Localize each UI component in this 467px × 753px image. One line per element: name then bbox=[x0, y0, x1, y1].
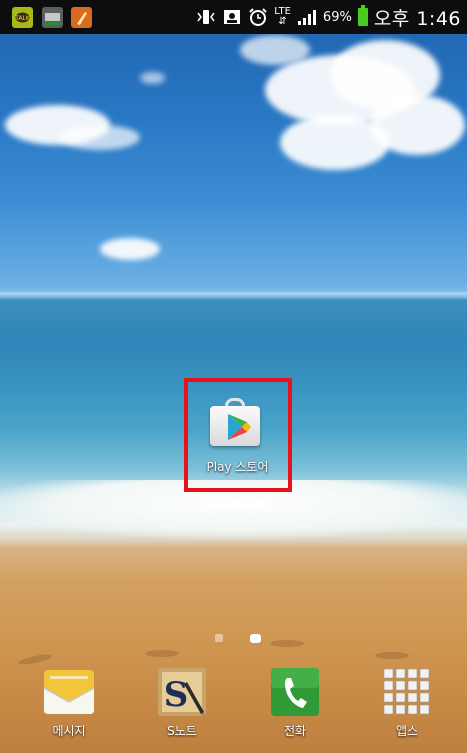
play-store-label[interactable]: Play 스토어 bbox=[190, 458, 285, 475]
dock-phone-label: 전화 bbox=[283, 724, 307, 738]
sweep-icon bbox=[71, 7, 92, 28]
cloud bbox=[140, 72, 165, 84]
gallery-icon bbox=[42, 7, 63, 28]
footprint bbox=[375, 652, 409, 659]
lte-icon: LTE ⇵ bbox=[274, 6, 291, 27]
kakaotalk-icon: TALK bbox=[12, 7, 33, 28]
horizon bbox=[0, 292, 467, 295]
dock-apps-label: 앱스 bbox=[395, 724, 419, 738]
svg-text:TALK: TALK bbox=[14, 15, 31, 22]
cloud bbox=[100, 238, 160, 260]
dock-message[interactable]: 메시지 bbox=[34, 664, 104, 739]
footprint bbox=[270, 640, 304, 647]
svg-text:S: S bbox=[164, 675, 189, 715]
dock-phone[interactable]: 전화 bbox=[260, 664, 330, 739]
home-screen: TALK LTE ⇵ 69% 오후 1:46 Play 스토어 메시지 S S노… bbox=[0, 0, 467, 753]
cloud bbox=[240, 35, 310, 65]
page-indicator-2 bbox=[250, 634, 261, 643]
battery-percent: 69% bbox=[322, 9, 352, 25]
status-bar-system: LTE ⇵ 69% 오후 1:46 bbox=[196, 0, 461, 34]
cloud bbox=[280, 115, 390, 170]
dock-s-note[interactable]: S S노트 bbox=[147, 664, 217, 739]
s-note-icon: S bbox=[154, 664, 210, 720]
vibrate-icon bbox=[197, 10, 215, 24]
footprint bbox=[145, 650, 179, 657]
battery-icon bbox=[357, 5, 368, 26]
clock: 오후 1:46 bbox=[373, 7, 461, 30]
play-store-icon[interactable] bbox=[205, 398, 265, 448]
cloud bbox=[60, 125, 140, 150]
apps-grid-icon bbox=[379, 664, 435, 720]
dock-s-note-label: S노트 bbox=[167, 724, 197, 738]
dock-apps[interactable]: 앱스 bbox=[372, 664, 442, 739]
page-indicator-1 bbox=[215, 634, 223, 642]
phone-icon bbox=[267, 664, 323, 720]
alarm-icon bbox=[249, 8, 268, 26]
signal-icon bbox=[297, 10, 316, 25]
status-bar[interactable]: TALK LTE ⇵ 69% 오후 1:46 bbox=[0, 0, 467, 34]
dock-message-label: 메시지 bbox=[52, 724, 86, 738]
photo-icon bbox=[224, 10, 241, 24]
message-icon bbox=[41, 664, 97, 720]
